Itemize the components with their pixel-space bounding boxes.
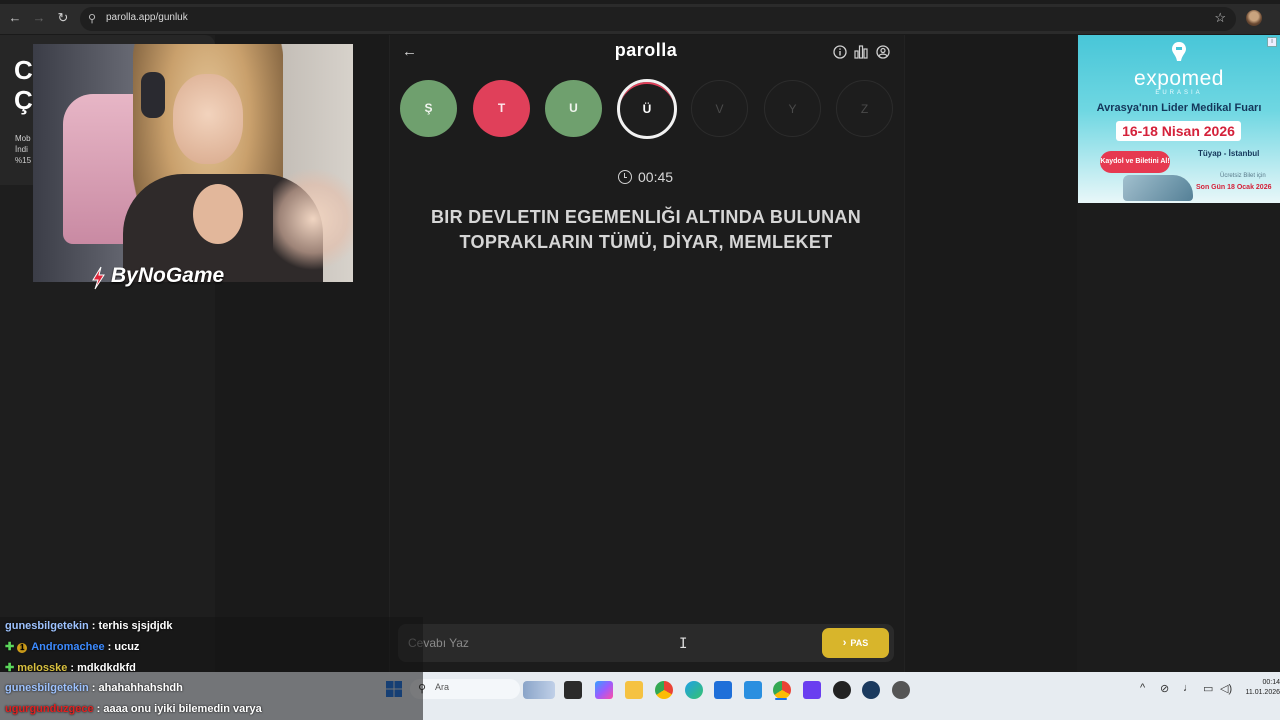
ad-device-image [1123,175,1193,201]
volume-icon[interactable]: ◁) [1220,682,1232,695]
expomed-logo-icon [1172,42,1186,61]
letter-circle-t: T [473,80,530,137]
left-ad-text: Mob İndi %15 [15,134,32,165]
edge-icon[interactable] [685,681,703,699]
screen: ← → ↻ ⚲ parolla.app/gunluk ☆ C Ç Mob İnd… [0,0,1280,720]
chevron-right-icon: › [842,637,847,649]
streamer-chest [193,184,243,244]
chat-message: ✚ melosske : mdkdkdkfd [5,662,136,674]
bookmark-star-icon[interactable]: ☆ [1214,10,1226,26]
plus-badge-icon: ✚ [5,641,15,653]
chat-message: gunesbilgetekin : terhis sjsjdjdk [5,620,173,632]
game-title: parolla [614,40,678,60]
tab-strip [0,0,1280,4]
reload-icon[interactable]: ↻ [55,10,71,26]
pass-button[interactable]: › PAS [822,628,889,658]
site-info-icon[interactable]: ⚲ [88,12,96,25]
answer-bar [398,624,894,662]
ad-brand-sub: EURASIA [1155,90,1203,96]
chrome-icon[interactable] [655,681,673,699]
clock-date: 11.01.2026 [1245,689,1280,696]
chat-message: ✚ 1 Andromachee : ucuz [5,641,140,653]
answer-input[interactable] [408,632,808,654]
task-view-icon[interactable] [564,681,582,699]
bynogame-watermark: ByNoGame [111,264,225,287]
chat-username: melosske [17,662,68,674]
network-icon[interactable]: ⊘ [1160,682,1169,695]
obs-icon[interactable] [833,681,851,699]
chat-text: mdkdkdkfd [77,662,136,674]
microphone-icon[interactable]: ♩ [1183,682,1194,694]
display-icon[interactable]: ▭ [1203,682,1213,695]
ad-tagline: Avrasya'nın Lider Medikal Fuarı [1096,102,1262,114]
widgets-icon[interactable] [523,681,555,699]
chat-username: gunesbilgetekin [5,682,89,694]
steam-icon[interactable] [862,681,880,699]
browser-toolbar: ← → ↻ ⚲ parolla.app/gunluk ☆ [0,0,1280,35]
streamer-face [173,74,243,164]
taskbar-search-label: Ara [435,682,450,692]
chat-text: terhis sjsjdjdk [98,620,173,632]
back-arrow-icon[interactable]: ← [7,10,23,26]
ad-dates: 16-18 Nisan 2026 [1116,121,1241,141]
text-cursor-icon: I [679,636,688,652]
ad-brand: expomed [1134,67,1224,90]
chat-message: ugurgunduzgece : aaaa onu iyiki bilemedi… [5,703,262,715]
profile-avatar[interactable] [1246,10,1262,26]
chrome-active-icon[interactable] [773,681,791,699]
store-icon[interactable] [714,681,732,699]
headset [141,72,165,118]
url-text: parolla.app/gunluk [106,12,188,23]
letter-circle-y: Y [764,80,821,137]
active-app-indicator [775,698,787,700]
account-icon[interactable] [876,45,890,59]
one-badge-icon: 1 [17,643,28,653]
taskbar-clock[interactable]: 00:14 11.01.2026 [1242,678,1280,698]
ad-choices-icon[interactable]: i [1267,37,1277,47]
ad-venue: Tüyap - İstanbul [1198,149,1260,158]
address-bar[interactable]: ⚲ parolla.app/gunluk ☆ [80,7,1236,31]
info-icon[interactable] [833,45,847,59]
copilot-icon[interactable] [595,681,613,699]
chat-text: aaaa onu iyiki bilemedin varya [103,703,262,715]
game-back-arrow-icon[interactable]: ← [402,43,420,61]
chat-text: ahahahhahshdh [98,682,183,694]
pass-label: PAS [850,638,869,648]
bynogame-logo-icon [92,266,105,290]
moving-hand [273,164,353,274]
outlook-icon[interactable] [744,681,762,699]
letter-circle-s-cedilla: Ş [400,80,457,137]
bootstrap-app-icon[interactable] [803,681,821,699]
chat-username: Andromachee [31,641,105,653]
chat-message: gunesbilgetekin : ahahahhahshdh [5,682,183,694]
letter-circle-z: Z [836,80,893,137]
timer: 00:45 [618,167,673,187]
app-icon[interactable] [892,681,910,699]
ad-cta-button[interactable]: Kaydol ve Biletini Al! [1100,151,1170,173]
file-explorer-icon[interactable] [625,681,643,699]
plus-badge-icon: ✚ [5,662,15,674]
forward-arrow-icon[interactable]: → [31,10,47,26]
taskbar-search[interactable]: ⚲ Ara [410,679,520,699]
clock-time: 00:14 [1262,679,1280,686]
ad-deadline: Son Gün 18 Ocak 2026 [1196,184,1272,191]
letter-circle-v: V [691,80,748,137]
ad-note: Ücretsiz Bilet için [1220,173,1266,179]
chat-username: ugurgunduzgece [5,703,94,715]
tray-chevron-up-icon[interactable]: ^ [1140,682,1145,694]
letter-circle-u-umlaut-current: Ü [617,79,677,139]
expomed-ad-banner[interactable]: i expomed EURASIA Avrasya'nın Lider Medi… [1078,35,1280,203]
left-ad-heading: C Ç [14,55,33,115]
question-text: BIR DEVLETIN EGEMENLIĞI ALTINDA BULUNAN … [430,207,862,252]
chat-text: ucuz [114,641,140,653]
clock-icon [618,170,632,184]
webcam-overlay [33,44,353,282]
letter-circle-u: U [545,80,602,137]
chat-username: gunesbilgetekin [5,620,89,632]
stats-icon[interactable] [854,45,868,59]
timer-value: 00:45 [638,169,674,185]
